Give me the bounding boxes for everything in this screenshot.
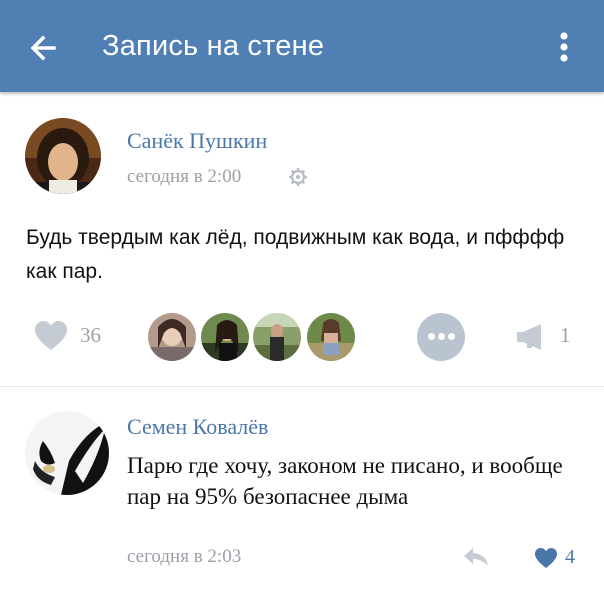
like-count: 36 — [80, 323, 101, 347]
liker-avatar[interactable] — [201, 313, 249, 361]
post-author-name[interactable]: Санёк Пушкин — [127, 128, 267, 154]
vertical-dots-icon — [560, 32, 568, 62]
back-button[interactable] — [24, 28, 64, 68]
reply-icon[interactable] — [462, 545, 490, 569]
comment-author-name[interactable]: Семен Ковалёв — [127, 414, 268, 440]
megaphone-share-icon[interactable] — [515, 320, 547, 352]
page-title: Запись на стене — [102, 30, 325, 62]
heart-icon[interactable] — [34, 320, 68, 352]
heart-icon[interactable] — [534, 547, 558, 569]
liker-avatar[interactable] — [307, 313, 355, 361]
share-count: 1 — [560, 323, 571, 347]
post-timestamp: сегодня в 2:00 — [127, 166, 242, 187]
author-avatar[interactable] — [25, 118, 101, 194]
comment-like-count: 4 — [565, 546, 575, 568]
post-text: Будь твердым как лёд, подвижным как вода… — [26, 226, 565, 283]
arrow-left-icon — [30, 35, 56, 61]
liker-avatar[interactable] — [253, 313, 301, 361]
comment-timestamp: сегодня в 2:03 — [127, 546, 242, 567]
overflow-menu-button[interactable] — [548, 28, 580, 68]
gear-icon[interactable] — [288, 167, 308, 187]
liker-avatar[interactable] — [148, 313, 196, 361]
divider — [0, 386, 604, 387]
comment-text: Парю где хочу, законом не писано, и вооб… — [127, 453, 563, 509]
more-likers-button[interactable] — [417, 313, 465, 361]
commenter-avatar[interactable] — [25, 411, 109, 495]
top-app-bar: Запись на стене — [0, 0, 604, 92]
